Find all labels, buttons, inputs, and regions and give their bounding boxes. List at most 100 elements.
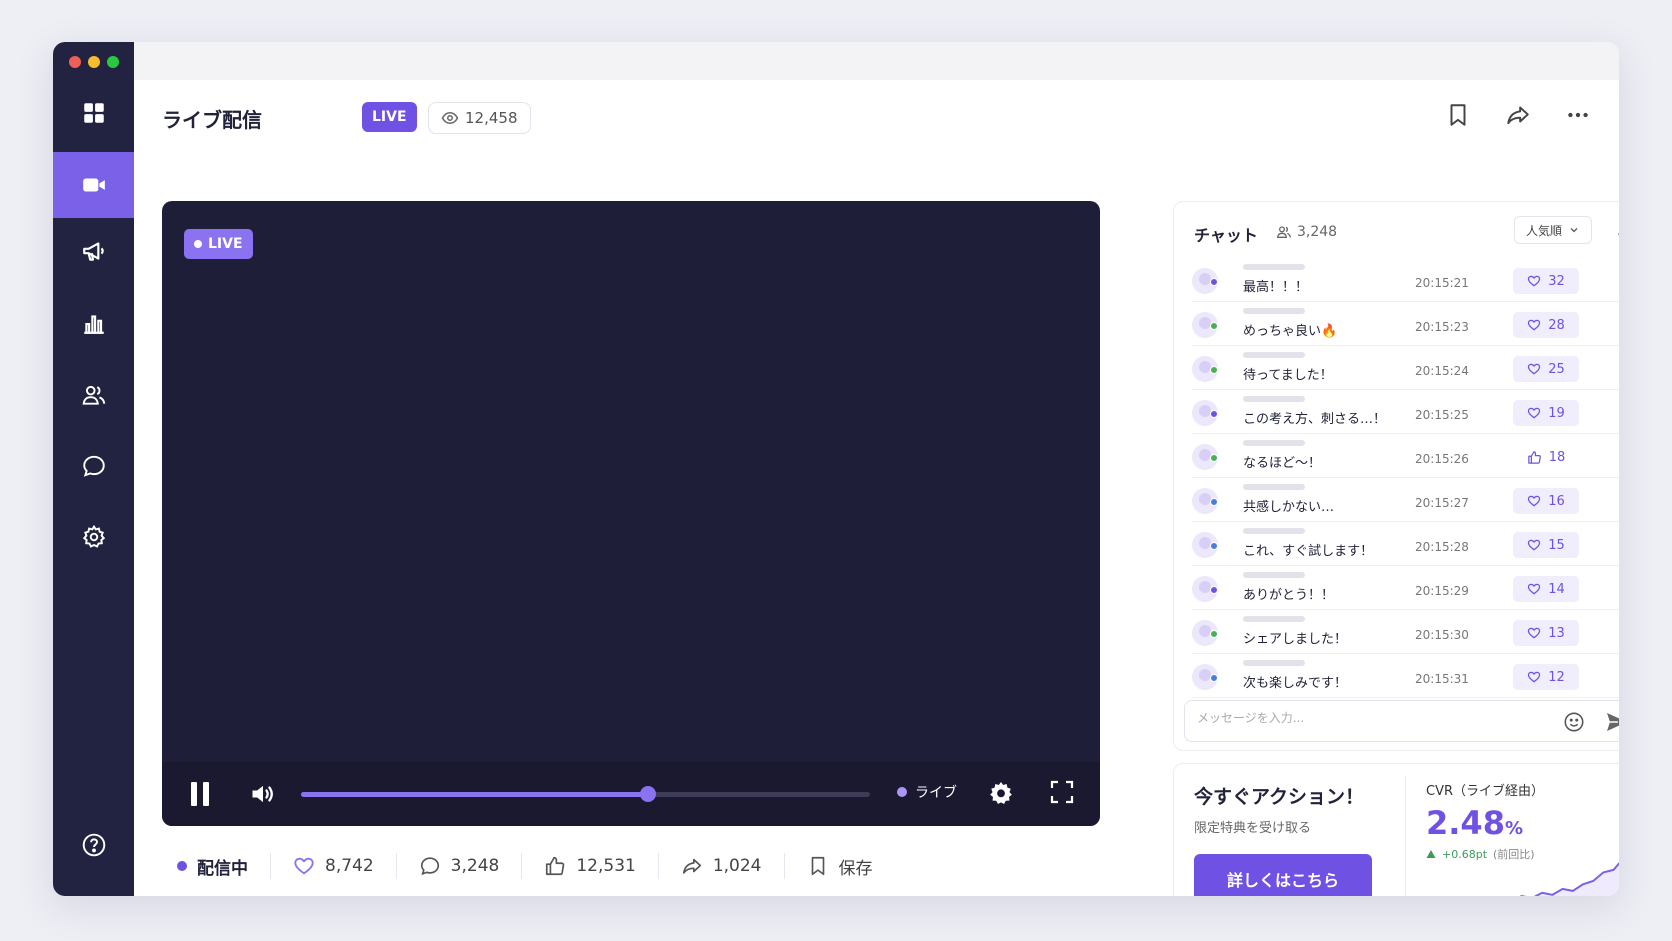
chat-like-button[interactable]: 13 — [1513, 620, 1579, 646]
megaphone-icon — [82, 242, 104, 261]
video-icon — [82, 178, 105, 192]
comments-count: 3,248 — [450, 856, 500, 876]
stat-thumbs[interactable]: 12,531 — [522, 853, 659, 879]
chat-message-time: 20:15:28 — [1415, 540, 1469, 554]
chat-message-time: 20:15:31 — [1415, 672, 1469, 686]
username-placeholder — [1243, 616, 1305, 622]
chat-like-button[interactable]: 16 — [1513, 488, 1579, 514]
username-placeholder — [1243, 484, 1305, 490]
share-icon[interactable] — [1505, 102, 1531, 128]
chat-message-text: これ、すぐ試します！ — [1243, 544, 1374, 559]
chat-like-button[interactable]: 28 — [1513, 312, 1579, 338]
chat-message-time: 20:15:23 — [1415, 320, 1469, 334]
save-label: 保存 — [838, 858, 873, 879]
sidebar-item-live[interactable] — [53, 152, 134, 218]
chat-message-text: ありがとう！！ — [1243, 588, 1335, 603]
chat-message-text: 待ってました！ — [1243, 368, 1333, 383]
sidebar-item-dashboard[interactable] — [53, 80, 134, 146]
window-controls — [69, 56, 119, 68]
chat-like-button[interactable]: 18 — [1513, 444, 1579, 470]
bookmark-icon — [811, 856, 824, 876]
stat-shares[interactable]: 1,024 — [659, 853, 785, 879]
live-mode-dot — [897, 787, 907, 797]
chat-title: チャット — [1194, 226, 1258, 245]
volume-icon[interactable] — [249, 780, 277, 808]
emoji-icon[interactable] — [1563, 711, 1585, 733]
heart-icon — [1527, 362, 1541, 376]
live-mode-indicator[interactable]: ライブ — [897, 782, 957, 802]
sidebar-item-comments[interactable] — [53, 433, 134, 499]
fullscreen-icon[interactable] — [1050, 780, 1074, 804]
sidebar-item-campaigns[interactable] — [53, 218, 134, 284]
sidebar-item-settings[interactable] — [53, 504, 134, 570]
chat-like-button[interactable]: 32 — [1513, 268, 1579, 294]
sidebar-item-analytics[interactable] — [53, 290, 134, 356]
heart-icon — [1527, 406, 1541, 420]
chat-message-time: 20:15:26 — [1415, 452, 1469, 466]
chat-like-count: 16 — [1548, 493, 1565, 509]
chat-input[interactable] — [1197, 711, 1547, 725]
stat-likes[interactable]: 8,742 — [271, 853, 397, 879]
maximize-dot[interactable] — [107, 56, 119, 68]
shares-count: 1,024 — [712, 856, 762, 876]
user-status-dot — [1210, 410, 1218, 418]
user-status-dot — [1210, 366, 1218, 374]
users-icon — [82, 385, 105, 405]
action-title: 今すぐアクション！ — [1194, 786, 1365, 808]
chat-count-value: 3,248 — [1297, 224, 1338, 240]
player-live-badge: LIVE — [184, 229, 253, 259]
bookmark-icon[interactable] — [1445, 102, 1471, 128]
page-title: ライブ配信 — [162, 108, 262, 132]
username-placeholder — [1243, 308, 1305, 314]
chat-header: チャット 3,248 人気順 — [1194, 216, 1619, 250]
settings-icon[interactable] — [988, 780, 1014, 806]
divider — [1405, 776, 1406, 896]
chat-message-text: 次も楽しみです！ — [1243, 676, 1348, 691]
chat-message-time: 20:15:27 — [1415, 496, 1469, 510]
player-controls: ライブ — [162, 762, 1100, 826]
chat-like-button[interactable]: 25 — [1513, 356, 1579, 382]
stat-comments[interactable]: 3,248 — [397, 853, 523, 879]
live-badge: LIVE — [362, 102, 417, 132]
progress-bar[interactable] — [301, 786, 870, 802]
chat-message-row: これ、すぐ試します！ 20:15:28 15 — [1192, 522, 1619, 566]
action-subtitle: 限定特典を受け取る — [1194, 821, 1312, 836]
chat-participants: 3,248 — [1276, 224, 1337, 240]
viewer-count: 12,458 — [428, 102, 531, 134]
action-card: 今すぐアクション！ 限定特典を受け取る 詳しくはこちら CVR（ライブ経由） 2… — [1173, 763, 1619, 896]
users-icon — [1276, 226, 1291, 238]
chat-like-count: 28 — [1548, 317, 1565, 333]
send-icon[interactable] — [1605, 710, 1619, 734]
user-status-dot — [1210, 322, 1218, 330]
title-bar — [134, 42, 1619, 80]
share-icon — [682, 858, 701, 874]
sidebar-item-users[interactable] — [53, 362, 134, 428]
username-placeholder — [1243, 440, 1305, 446]
chat-like-button[interactable]: 15 — [1513, 532, 1579, 558]
pause-icon[interactable] — [188, 780, 212, 808]
minimize-dot[interactable] — [88, 56, 100, 68]
chat-message-time: 20:15:24 — [1415, 364, 1469, 378]
chat-like-button[interactable]: 19 — [1513, 400, 1579, 426]
chat-message-time: 20:15:21 — [1415, 276, 1469, 290]
progress-knob[interactable] — [640, 786, 657, 802]
username-placeholder — [1243, 264, 1305, 270]
chat-like-count: 12 — [1548, 669, 1565, 685]
stat-save[interactable]: 保存 — [785, 853, 895, 879]
close-dot[interactable] — [69, 56, 81, 68]
cvr-trend-sparkline — [1519, 861, 1619, 896]
chat-like-button[interactable]: 12 — [1513, 664, 1579, 690]
stream-stats: 配信中 8,742 3,248 12,531 1,024 保存 — [162, 846, 895, 886]
username-placeholder — [1243, 396, 1305, 402]
sidebar-item-help[interactable] — [53, 812, 134, 878]
username-placeholder — [1243, 572, 1305, 578]
more-icon[interactable] — [1565, 102, 1591, 128]
chat-message-text: めっちゃ良い🔥 — [1243, 324, 1338, 339]
chat-message-row: 次も楽しみです！ 20:15:31 12 — [1192, 654, 1619, 698]
more-icon[interactable] — [1616, 224, 1619, 244]
chat-sort-select[interactable]: 人気順 — [1514, 216, 1592, 244]
video-player[interactable]: LIVE ライブ — [162, 201, 1100, 826]
chat-like-button[interactable]: 14 — [1513, 576, 1579, 602]
details-button[interactable]: 詳しくはこちら — [1194, 854, 1372, 896]
chat-like-count: 15 — [1548, 537, 1565, 553]
